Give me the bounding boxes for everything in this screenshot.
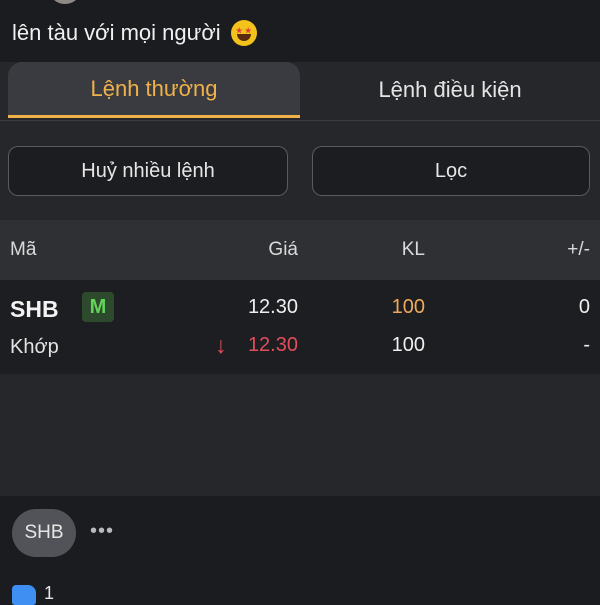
row-symbol: SHB xyxy=(10,296,59,322)
row-status: Khớp xyxy=(10,336,59,358)
author-avatar[interactable] xyxy=(48,0,82,4)
arrow-down-icon: ↓ xyxy=(215,332,227,358)
post-text-content: lên tàu với mọi người xyxy=(12,20,221,45)
post-text: lên tàu với mọi người xyxy=(12,20,257,46)
header-change: +/- xyxy=(567,239,590,260)
tab-conditional-orders[interactable]: Lệnh điều kiện xyxy=(300,62,600,118)
header-volume: KL xyxy=(401,239,425,260)
header-price: Giá xyxy=(268,239,298,260)
order-tabs: Lệnh thường Lệnh điều kiện xyxy=(0,62,600,120)
row-order-price: 12.30 xyxy=(247,296,298,318)
ticker-tag-chip[interactable]: SHB xyxy=(12,509,76,557)
row-change: 0 xyxy=(578,296,590,318)
row-match-change: - xyxy=(583,334,590,356)
star-struck-emoji-icon xyxy=(230,20,257,46)
cancel-multiple-button[interactable]: Huỷ nhiều lệnh xyxy=(8,146,288,196)
like-section[interactable]: 1 xyxy=(12,583,55,605)
row-order-volume: 100 xyxy=(391,296,425,318)
like-count: 1 xyxy=(44,583,55,603)
market-badge: M xyxy=(82,292,114,322)
tab-normal-orders[interactable]: Lệnh thường xyxy=(8,62,300,118)
thumbs-up-icon[interactable] xyxy=(12,585,36,605)
row-match-volume: 100 xyxy=(391,334,425,356)
table-row[interactable]: SHB M 12.30 100 0 Khớp ↓ 12.30 100 - xyxy=(0,280,600,374)
filter-button[interactable]: Lọc xyxy=(312,146,590,196)
more-options-icon[interactable]: ••• xyxy=(90,520,114,543)
row-match-price: 12.30 xyxy=(247,334,298,356)
tab-divider xyxy=(0,120,600,121)
order-card: Lệnh thường Lệnh điều kiện Huỷ nhiều lện… xyxy=(0,62,600,496)
header-code: Mã xyxy=(10,239,37,260)
table-header: Mã Giá KL +/- xyxy=(0,220,600,280)
